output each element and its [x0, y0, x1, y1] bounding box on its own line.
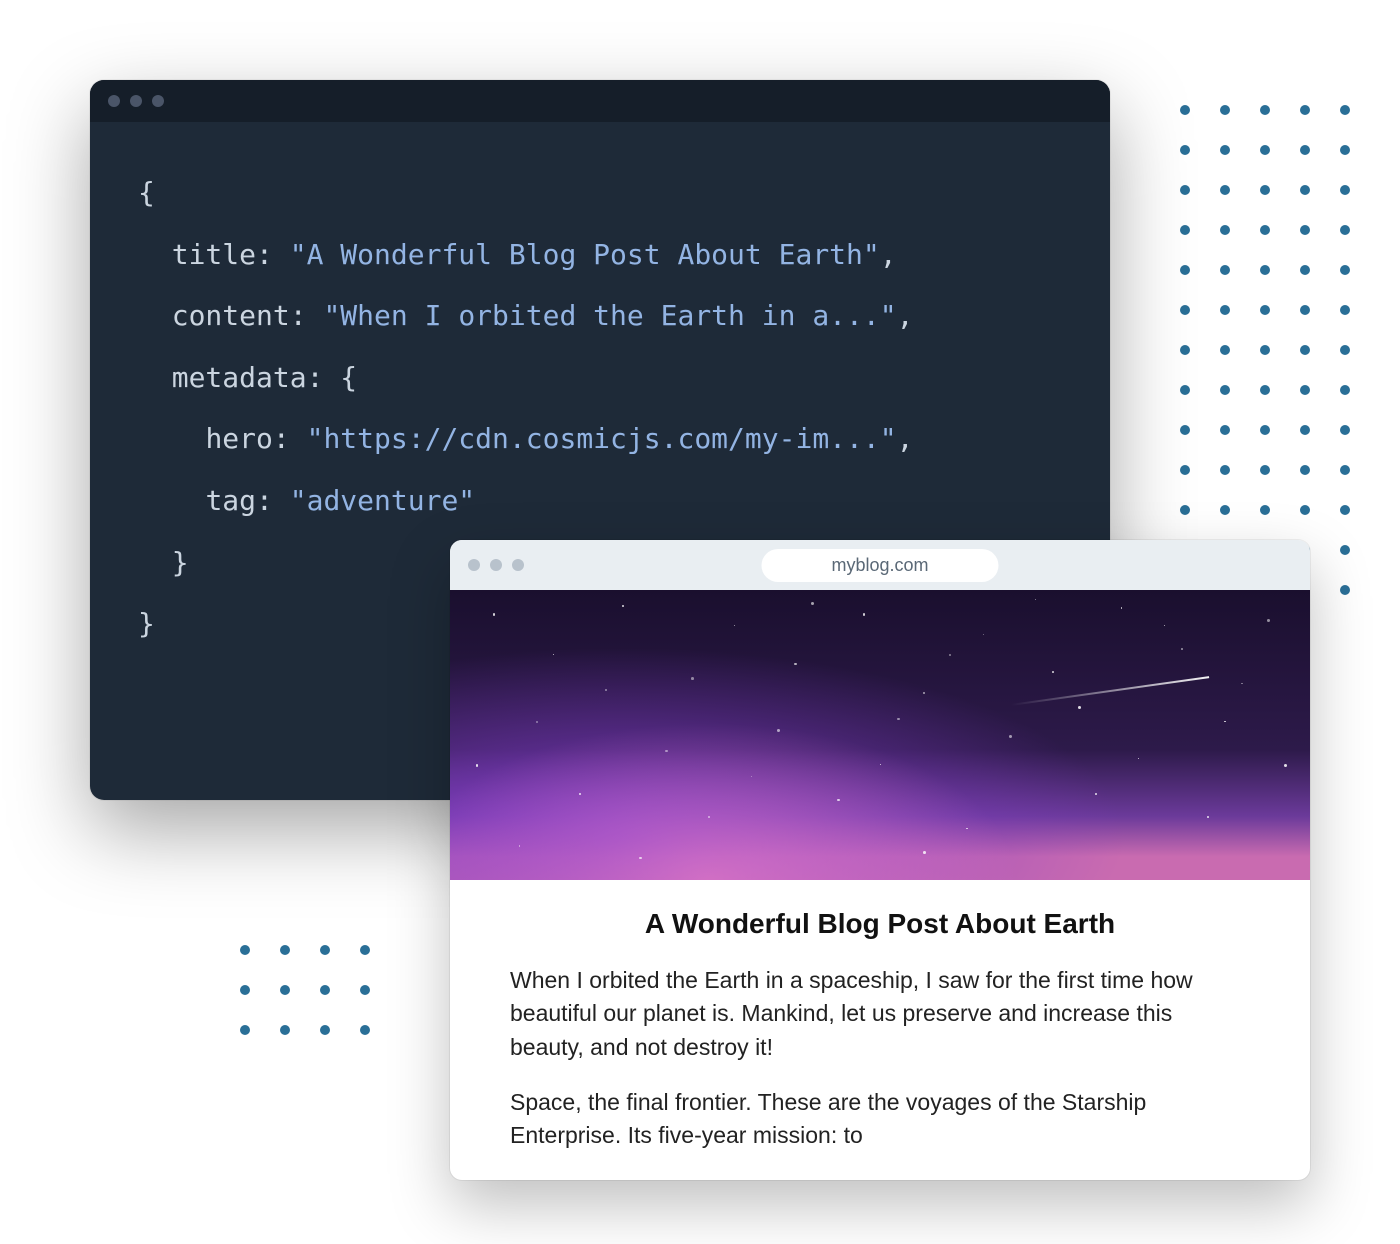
code-value-hero: "https://cdn.cosmicjs.com/my-im...": [307, 422, 897, 455]
code-brace: }: [138, 607, 155, 640]
code-key-hero: hero: [205, 422, 272, 455]
address-bar[interactable]: myblog.com: [761, 549, 998, 582]
traffic-light-minimize-icon[interactable]: [130, 95, 142, 107]
blog-title: A Wonderful Blog Post About Earth: [510, 908, 1250, 940]
code-value-title: "A Wonderful Blog Post About Earth": [290, 238, 880, 271]
code-key-content: content: [172, 299, 290, 332]
code-key-title: title: [172, 238, 256, 271]
code-brace: }: [172, 546, 189, 579]
traffic-light-close-icon[interactable]: [108, 95, 120, 107]
code-brace: {: [138, 176, 155, 209]
code-brace: {: [340, 361, 357, 394]
address-bar-url: myblog.com: [831, 555, 928, 575]
traffic-light-close-icon[interactable]: [468, 559, 480, 571]
code-value-content: "When I orbited the Earth in a...": [323, 299, 896, 332]
browser-titlebar: myblog.com: [450, 540, 1310, 590]
blog-paragraph: Space, the final frontier. These are the…: [510, 1086, 1250, 1153]
traffic-light-zoom-icon[interactable]: [512, 559, 524, 571]
decorative-dots-top-right: [1180, 105, 1350, 595]
code-key-tag: tag: [205, 484, 256, 517]
blog-paragraph: When I orbited the Earth in a spaceship,…: [510, 964, 1250, 1064]
starfield: [450, 590, 1310, 880]
blog-content: A Wonderful Blog Post About Earth When I…: [450, 880, 1310, 1175]
traffic-light-minimize-icon[interactable]: [490, 559, 502, 571]
code-value-tag: "adventure": [290, 484, 475, 517]
decorative-dots-bottom-left: [240, 945, 370, 1035]
hero-image: [450, 590, 1310, 880]
traffic-light-zoom-icon[interactable]: [152, 95, 164, 107]
code-window-titlebar: [90, 80, 1110, 122]
browser-preview-window: myblog.com A Wonderful Blog Post About E…: [450, 540, 1310, 1180]
code-key-metadata: metadata: [172, 361, 307, 394]
